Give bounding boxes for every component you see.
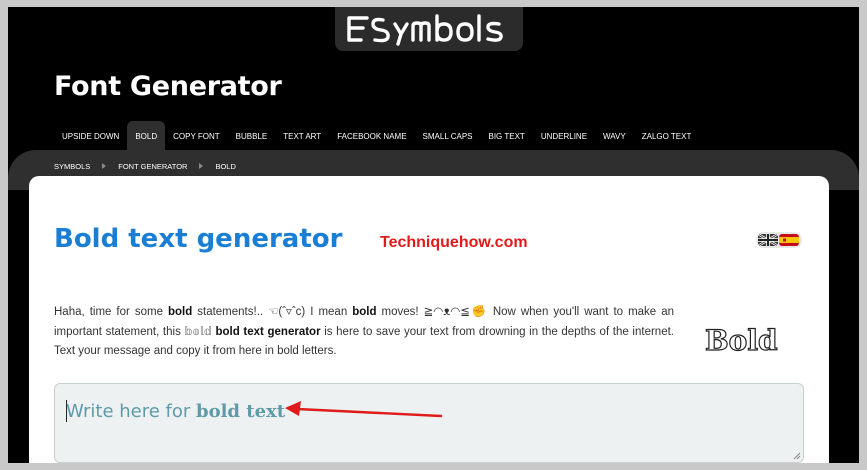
nav-item-bold[interactable]: BOLD (127, 121, 166, 153)
nav-item-bubble[interactable]: BUBBLE (228, 121, 276, 153)
breadcrumb-separator-icon (102, 163, 107, 169)
nav-item-text-art[interactable]: TEXT ART (275, 121, 329, 153)
top-nav: UPSIDE DOWN BOLD COPY FONT BUBBLE TEXT A… (54, 121, 699, 153)
site-logo[interactable] (335, 7, 523, 51)
uk-flag-icon[interactable] (758, 234, 778, 246)
page-title: Bold text generator (54, 224, 343, 254)
watermark-text: Techniquehow.com (380, 234, 528, 251)
breadcrumb-item-font-generator[interactable]: FONT GENERATOR (118, 162, 187, 171)
nav-item-underline[interactable]: UNDERLINE (533, 121, 595, 153)
site-title: Font Generator (54, 71, 282, 102)
nav-item-upside-down[interactable]: UPSIDE DOWN (54, 121, 127, 153)
bold-sample-image: Bold (704, 323, 778, 357)
fsymbols-logo-icon (347, 14, 503, 46)
content-card: Bold text generator Techniquehow.com Hah… (29, 176, 829, 463)
nav-item-small-caps[interactable]: SMALL CAPS (415, 121, 481, 153)
nav-item-facebook-name[interactable]: FACEBOOK NAME (329, 121, 414, 153)
breadcrumb-item-symbols[interactable]: SYMBOLS (54, 162, 90, 171)
nav-item-zalgo-text[interactable]: ZALGO TEXT (634, 121, 700, 153)
input-placeholder: Write here for bold text (66, 401, 286, 422)
browser-viewport: Font Generator UPSIDE DOWN BOLD COPY FON… (8, 7, 859, 463)
nav-item-copy-font[interactable]: COPY FONT (165, 121, 228, 153)
nav-item-wavy[interactable]: WAVY (595, 121, 634, 153)
intro-paragraph: Haha, time for some bold statements!.. ☜… (54, 306, 674, 357)
nav-item-big-text[interactable]: BIG TEXT (481, 121, 533, 153)
red-arrow-annotation-icon (285, 401, 443, 418)
resize-grip-icon[interactable] (793, 452, 801, 460)
breadcrumb: SYMBOLS FONT GENERATOR BOLD (54, 159, 236, 173)
breadcrumb-item-bold[interactable]: BOLD (215, 162, 235, 171)
breadcrumb-separator-icon (199, 163, 204, 169)
spain-flag-icon[interactable] (779, 234, 799, 246)
language-switcher (756, 232, 802, 248)
